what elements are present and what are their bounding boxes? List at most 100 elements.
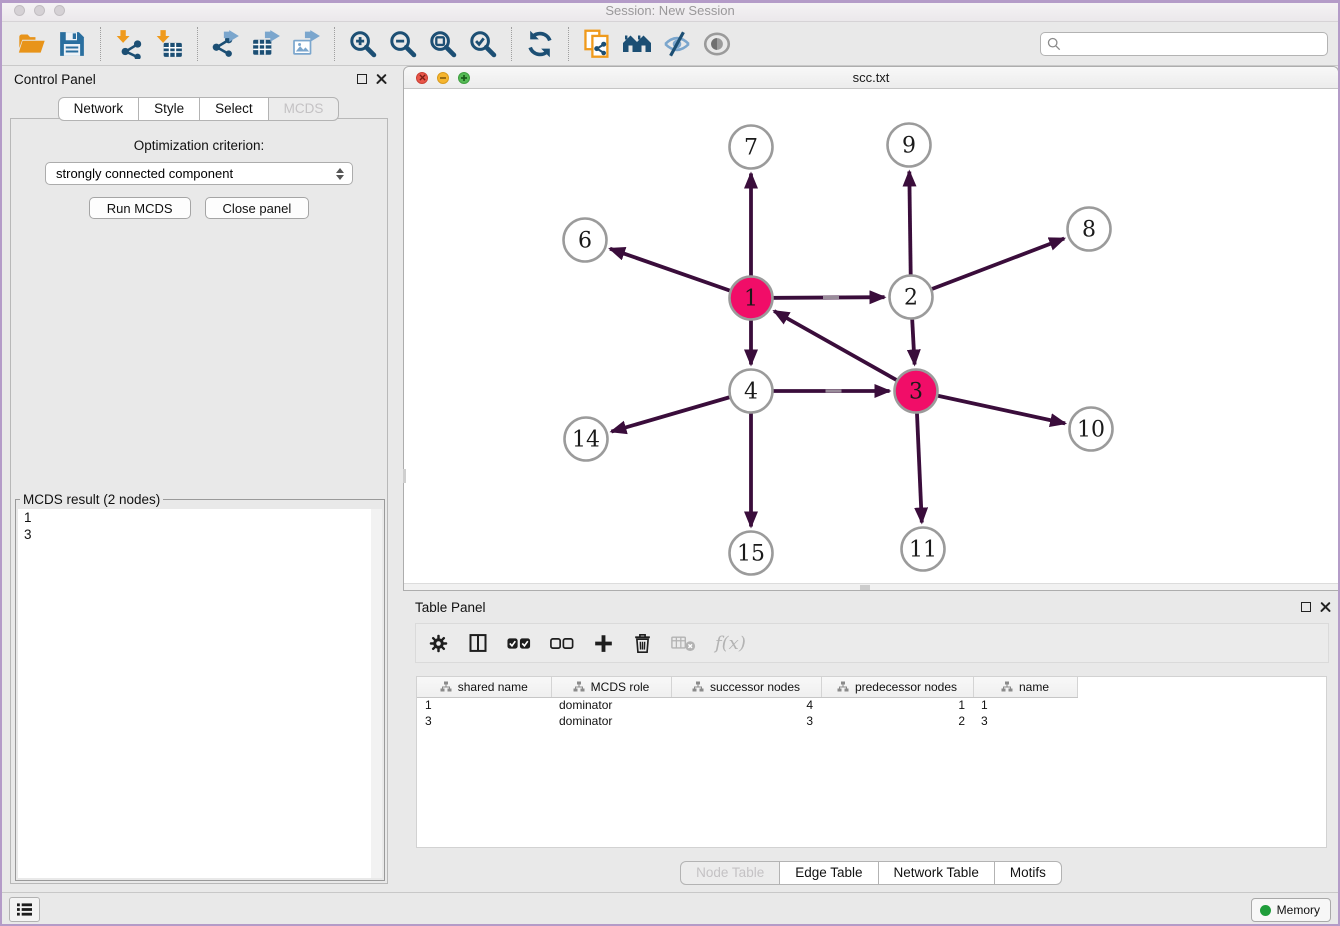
zoom-fit-button[interactable] (423, 25, 463, 63)
edge-2-8[interactable] (911, 239, 1064, 298)
column-header-mcds-role[interactable]: MCDS role (551, 677, 671, 697)
svg-text:15: 15 (737, 542, 765, 567)
gear-icon (428, 633, 449, 654)
zoom-out-button[interactable] (383, 25, 423, 63)
mcds-result-title: MCDS result (2 nodes) (20, 492, 163, 507)
zoom-in-button[interactable] (343, 25, 383, 63)
export-table-icon (251, 29, 281, 59)
clone-network-button[interactable] (577, 25, 617, 63)
close-panel-button[interactable]: Close panel (205, 197, 310, 219)
network-window-resize-strip[interactable] (404, 583, 1338, 590)
export-network-button[interactable] (206, 25, 246, 63)
export-table-button[interactable] (246, 25, 286, 63)
eye-slash-icon (662, 29, 692, 59)
column-header-shared-name[interactable]: shared name (417, 677, 551, 697)
control-panel-title: Control Panel (14, 72, 96, 87)
table-row[interactable]: 3dominator323 (417, 713, 1077, 729)
zoom-out-icon (388, 29, 418, 59)
network-canvas[interactable]: 7 9 6 8 1 2 4 3 14 10 15 11 (404, 89, 1338, 583)
svg-text:7: 7 (744, 136, 758, 161)
close-panel-icon[interactable] (376, 73, 387, 84)
tab-mcds[interactable]: MCDS (268, 97, 340, 121)
svg-text:10: 10 (1077, 418, 1105, 443)
node-table-container: shared nameMCDS rolesuccessor nodesprede… (416, 676, 1327, 848)
hierarchy-icon (573, 681, 585, 693)
export-network-icon (211, 29, 241, 59)
float-panel-icon[interactable] (357, 74, 367, 84)
hide-details-button[interactable] (657, 25, 697, 63)
tab-network-table[interactable]: Network Table (878, 861, 995, 885)
tab-motifs[interactable]: Motifs (994, 861, 1062, 885)
graph-node-10[interactable]: 10 (1070, 408, 1113, 451)
save-session-button[interactable] (52, 25, 92, 63)
import-table-button[interactable] (149, 25, 189, 63)
zoom-selected-icon (468, 29, 498, 59)
mcds-result-box: MCDS result (2 nodes) 13 (15, 492, 385, 881)
graph-node-15[interactable]: 15 (730, 532, 773, 575)
tab-select[interactable]: Select (199, 97, 269, 121)
float-panel-icon[interactable] (1301, 602, 1311, 612)
table-cell: dominator (551, 697, 671, 713)
network-window-title: scc.txt (404, 70, 1338, 85)
svg-text:8: 8 (1082, 218, 1096, 243)
toolbar-separator (197, 27, 198, 61)
open-file-button[interactable] (12, 25, 52, 63)
tab-style[interactable]: Style (138, 97, 200, 121)
table-toolbar: f(x) (415, 623, 1329, 663)
select-all-columns-button[interactable] (507, 636, 531, 651)
list-icon (16, 902, 33, 917)
network-graph[interactable]: 7 9 6 8 1 2 4 3 14 10 15 11 (404, 89, 1338, 583)
run-mcds-button[interactable]: Run MCDS (89, 197, 191, 219)
graph-node-1[interactable]: 1 (730, 277, 773, 320)
edge-3-10[interactable] (916, 391, 1065, 423)
column-header-successor-nodes[interactable]: successor nodes (671, 677, 821, 697)
show-column-panel-button[interactable] (468, 633, 488, 653)
table-cell: 1 (821, 697, 973, 713)
search-input[interactable] (1066, 37, 1321, 51)
graph-node-14[interactable]: 14 (565, 418, 608, 461)
tab-edge-table[interactable]: Edge Table (779, 861, 878, 885)
result-item[interactable]: 3 (18, 526, 382, 543)
table-row[interactable]: 1dominator411 (417, 697, 1077, 713)
criterion-selected-value: strongly connected component (56, 166, 336, 181)
graph-node-6[interactable]: 6 (564, 219, 607, 262)
import-network-button[interactable] (109, 25, 149, 63)
panel-list-button[interactable] (9, 897, 40, 922)
tab-node-table[interactable]: Node Table (680, 861, 780, 885)
save-icon (57, 29, 87, 59)
graph-node-2[interactable]: 2 (890, 276, 933, 319)
result-scrollbar[interactable] (371, 509, 382, 878)
import-network-icon (114, 29, 144, 59)
deselect-all-columns-button[interactable] (550, 636, 574, 651)
graph-node-8[interactable]: 8 (1068, 208, 1111, 251)
graph-node-11[interactable]: 11 (902, 528, 945, 571)
result-item[interactable]: 1 (18, 509, 382, 526)
table-settings-button[interactable] (428, 633, 449, 654)
column-header-name[interactable]: name (973, 677, 1077, 697)
delete-table-button[interactable] (671, 634, 696, 652)
delete-column-button[interactable] (633, 633, 652, 654)
window-title: Session: New Session (0, 3, 1340, 18)
column-header-predecessor-nodes[interactable]: predecessor nodes (821, 677, 973, 697)
splitter-grip-icon[interactable] (403, 469, 406, 483)
graph-node-4[interactable]: 4 (730, 370, 773, 413)
svg-text:6: 6 (578, 229, 592, 254)
refresh-layout-button[interactable] (520, 25, 560, 63)
graph-node-3[interactable]: 3 (895, 370, 938, 413)
resize-grip-icon[interactable] (860, 585, 870, 590)
import-table-icon (154, 29, 184, 59)
create-column-button[interactable] (593, 633, 614, 654)
graph-node-9[interactable]: 9 (888, 124, 931, 167)
edge-3-1[interactable] (774, 311, 916, 391)
zoom-selected-button[interactable] (463, 25, 503, 63)
houses-button[interactable] (617, 25, 657, 63)
close-panel-icon[interactable] (1320, 601, 1331, 612)
criterion-select[interactable]: strongly connected component (45, 162, 353, 185)
export-image-button[interactable] (286, 25, 326, 63)
tab-network[interactable]: Network (58, 97, 140, 121)
function-builder-button[interactable]: f(x) (715, 633, 746, 654)
memory-button[interactable]: Memory (1251, 898, 1331, 922)
graph-node-7[interactable]: 7 (730, 126, 773, 169)
zoom-fit-icon (428, 29, 458, 59)
show-details-button[interactable] (697, 25, 737, 63)
